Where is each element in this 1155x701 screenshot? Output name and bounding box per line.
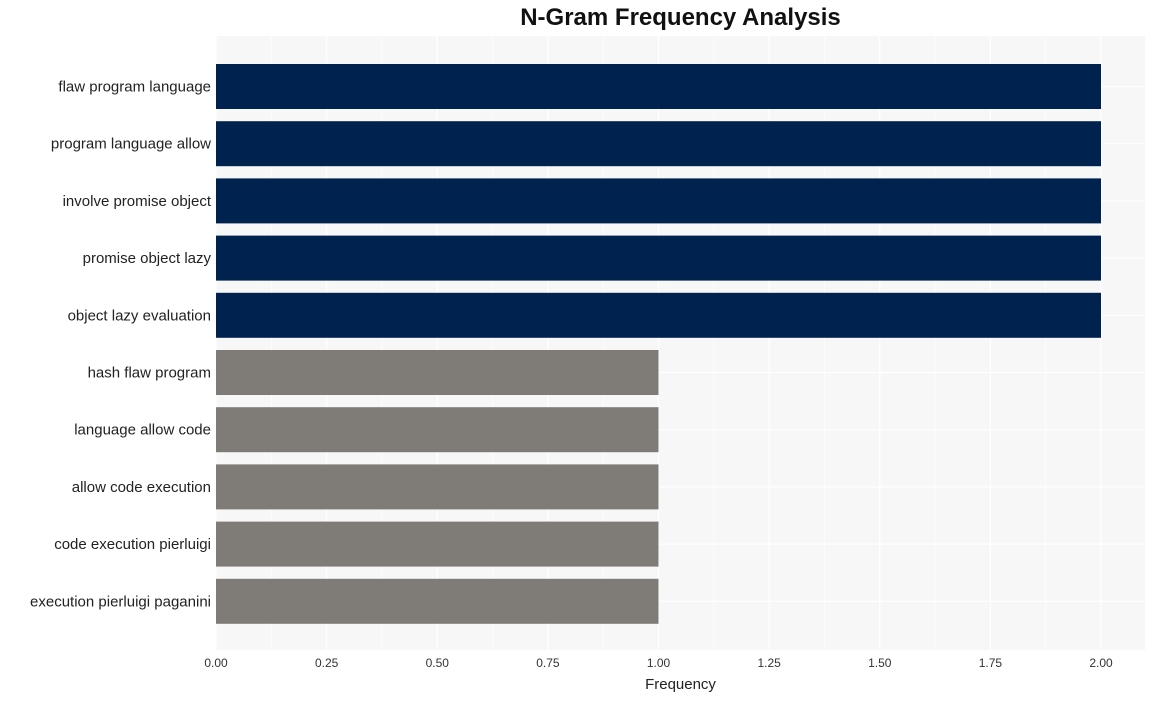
bar-chart: flaw program language program language al… — [30, 36, 1145, 693]
x-tick-label: 2.00 — [1089, 656, 1113, 670]
bar[interactable] — [216, 407, 659, 453]
y-tick-label: code execution pierluigi — [54, 536, 211, 553]
x-tick-label: 0.00 — [204, 656, 228, 670]
y-tick-label: object lazy evaluation — [68, 307, 211, 324]
y-tick-label: allow code execution — [72, 479, 211, 496]
x-axis-label: Frequency — [645, 676, 716, 693]
y-tick-label: execution pierluigi paganini — [30, 593, 211, 610]
y-tick-label: language allow code — [74, 422, 211, 439]
bar[interactable] — [216, 578, 659, 624]
bar[interactable] — [216, 350, 659, 395]
y-tick-label: promise object lazy — [83, 250, 212, 267]
y-tick-label: hash flaw program — [88, 365, 211, 382]
bar[interactable] — [216, 464, 659, 510]
x-tick-label: 1.25 — [757, 656, 781, 670]
bar[interactable] — [216, 64, 1101, 109]
bar[interactable] — [216, 292, 1101, 338]
y-tick-label: involve promise object — [63, 193, 212, 210]
y-tick-label: program language allow — [51, 136, 211, 153]
x-tick-label: 0.75 — [536, 656, 560, 670]
x-tick-label: 1.75 — [979, 656, 1003, 670]
bar[interactable] — [216, 178, 1101, 224]
x-tick-label: 1.00 — [647, 656, 671, 670]
bar[interactable] — [216, 121, 1101, 167]
y-tick-label: flaw program language — [58, 79, 211, 96]
bar[interactable] — [216, 235, 1101, 281]
x-tick-label: 1.50 — [868, 656, 892, 670]
bar[interactable] — [216, 521, 659, 567]
x-tick-label: 0.50 — [426, 656, 450, 670]
x-tick-label: 0.25 — [315, 656, 339, 670]
